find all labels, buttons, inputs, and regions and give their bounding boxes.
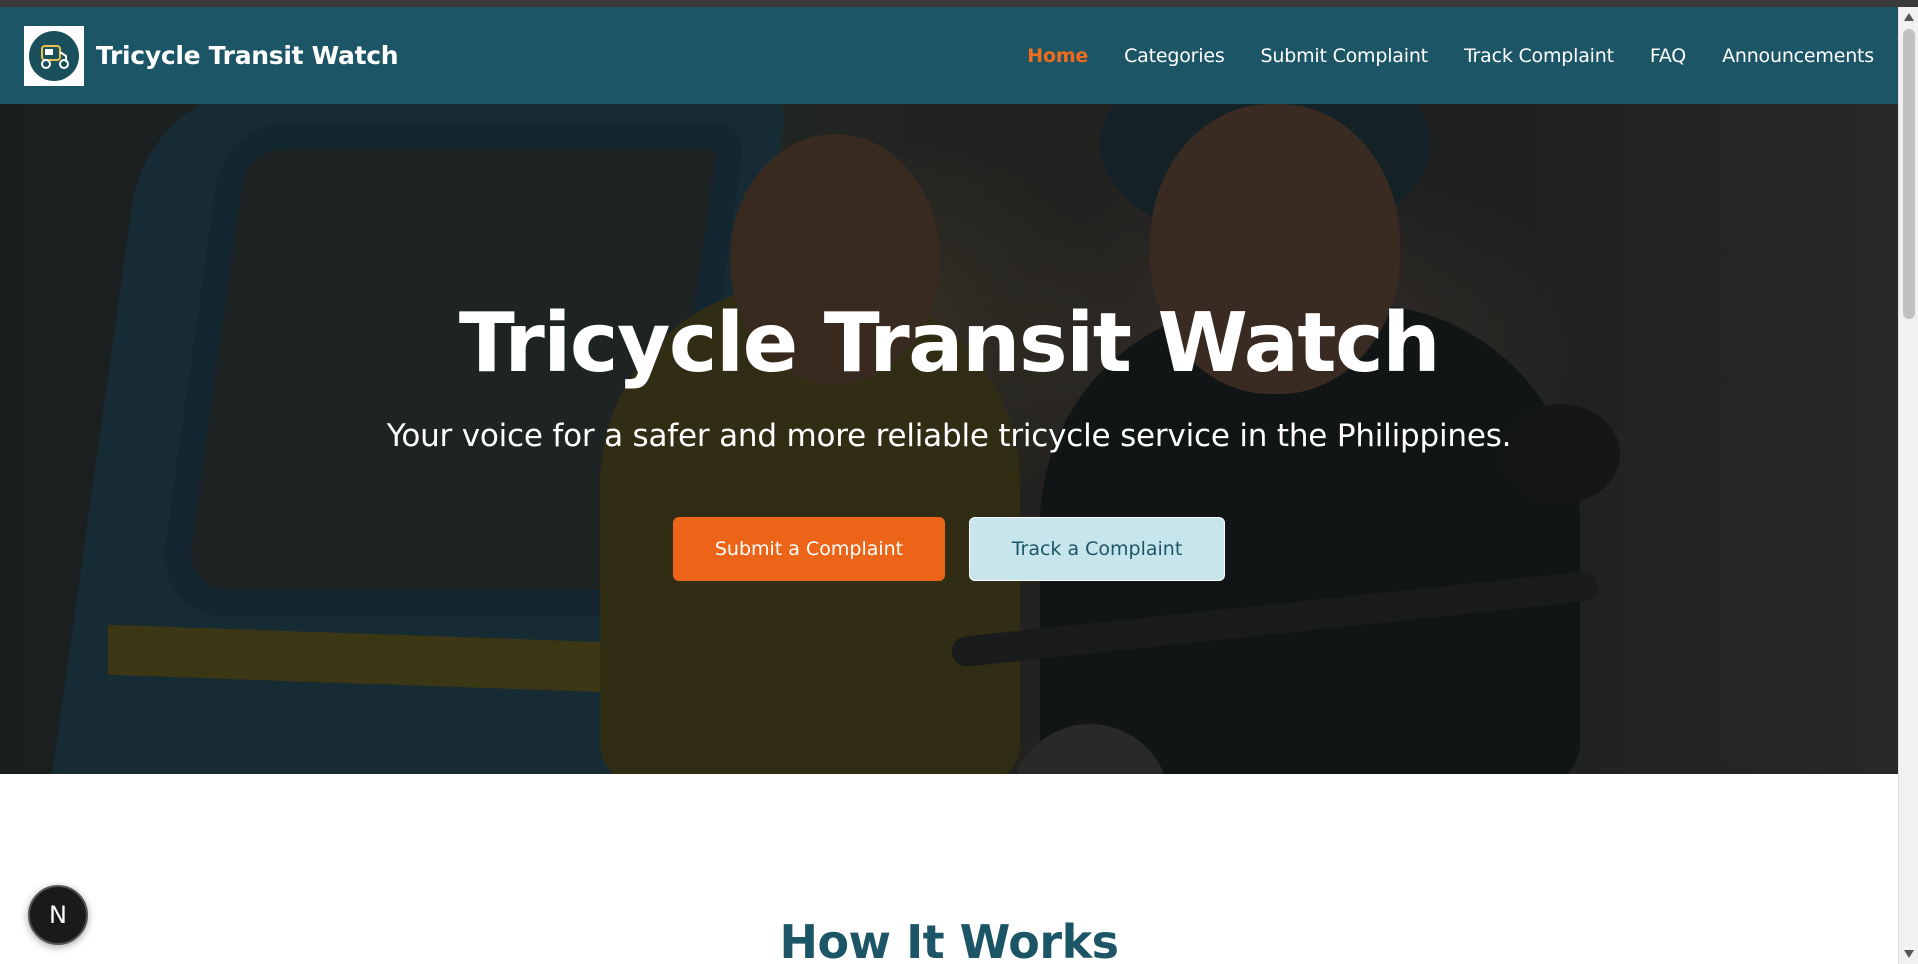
browser-top-edge <box>0 0 1918 7</box>
how-it-works-title: How It Works <box>779 915 1119 964</box>
page: Tricycle Transit Watch Home Categories S… <box>0 7 1898 964</box>
nav-announcements[interactable]: Announcements <box>1722 45 1874 67</box>
nav-home[interactable]: Home <box>1027 45 1088 67</box>
hero-subtitle: Your voice for a safer and more reliable… <box>386 418 1512 454</box>
tricycle-logo-icon <box>29 31 79 81</box>
brand-title[interactable]: Tricycle Transit Watch <box>96 7 399 104</box>
track-complaint-button[interactable]: Track a Complaint <box>969 517 1225 581</box>
fab-label: N <box>49 901 67 929</box>
scroll-down-icon[interactable] <box>1904 950 1914 958</box>
nav-links: Home Categories Submit Complaint Track C… <box>1027 7 1874 104</box>
nav-faq[interactable]: FAQ <box>1650 45 1686 67</box>
nav-submit-complaint[interactable]: Submit Complaint <box>1261 45 1429 67</box>
hero-content: Tricycle Transit Watch Your voice for a … <box>0 104 1898 774</box>
nav-categories[interactable]: Categories <box>1124 45 1225 67</box>
logo-link[interactable] <box>24 26 84 86</box>
scroll-up-icon[interactable] <box>1904 13 1914 21</box>
hero-section: Tricycle Transit Watch Your voice for a … <box>0 104 1898 774</box>
navbar: Tricycle Transit Watch Home Categories S… <box>0 7 1898 105</box>
hero-title: Tricycle Transit Watch <box>458 296 1441 391</box>
hero-buttons: Submit a Complaint Track a Complaint <box>0 517 1898 581</box>
submit-complaint-button[interactable]: Submit a Complaint <box>673 517 945 581</box>
nav-track-complaint[interactable]: Track Complaint <box>1464 45 1614 67</box>
dev-tools-badge[interactable]: N <box>28 885 88 945</box>
page-scrollbar[interactable] <box>1898 7 1918 964</box>
scrollbar-thumb[interactable] <box>1903 29 1915 319</box>
